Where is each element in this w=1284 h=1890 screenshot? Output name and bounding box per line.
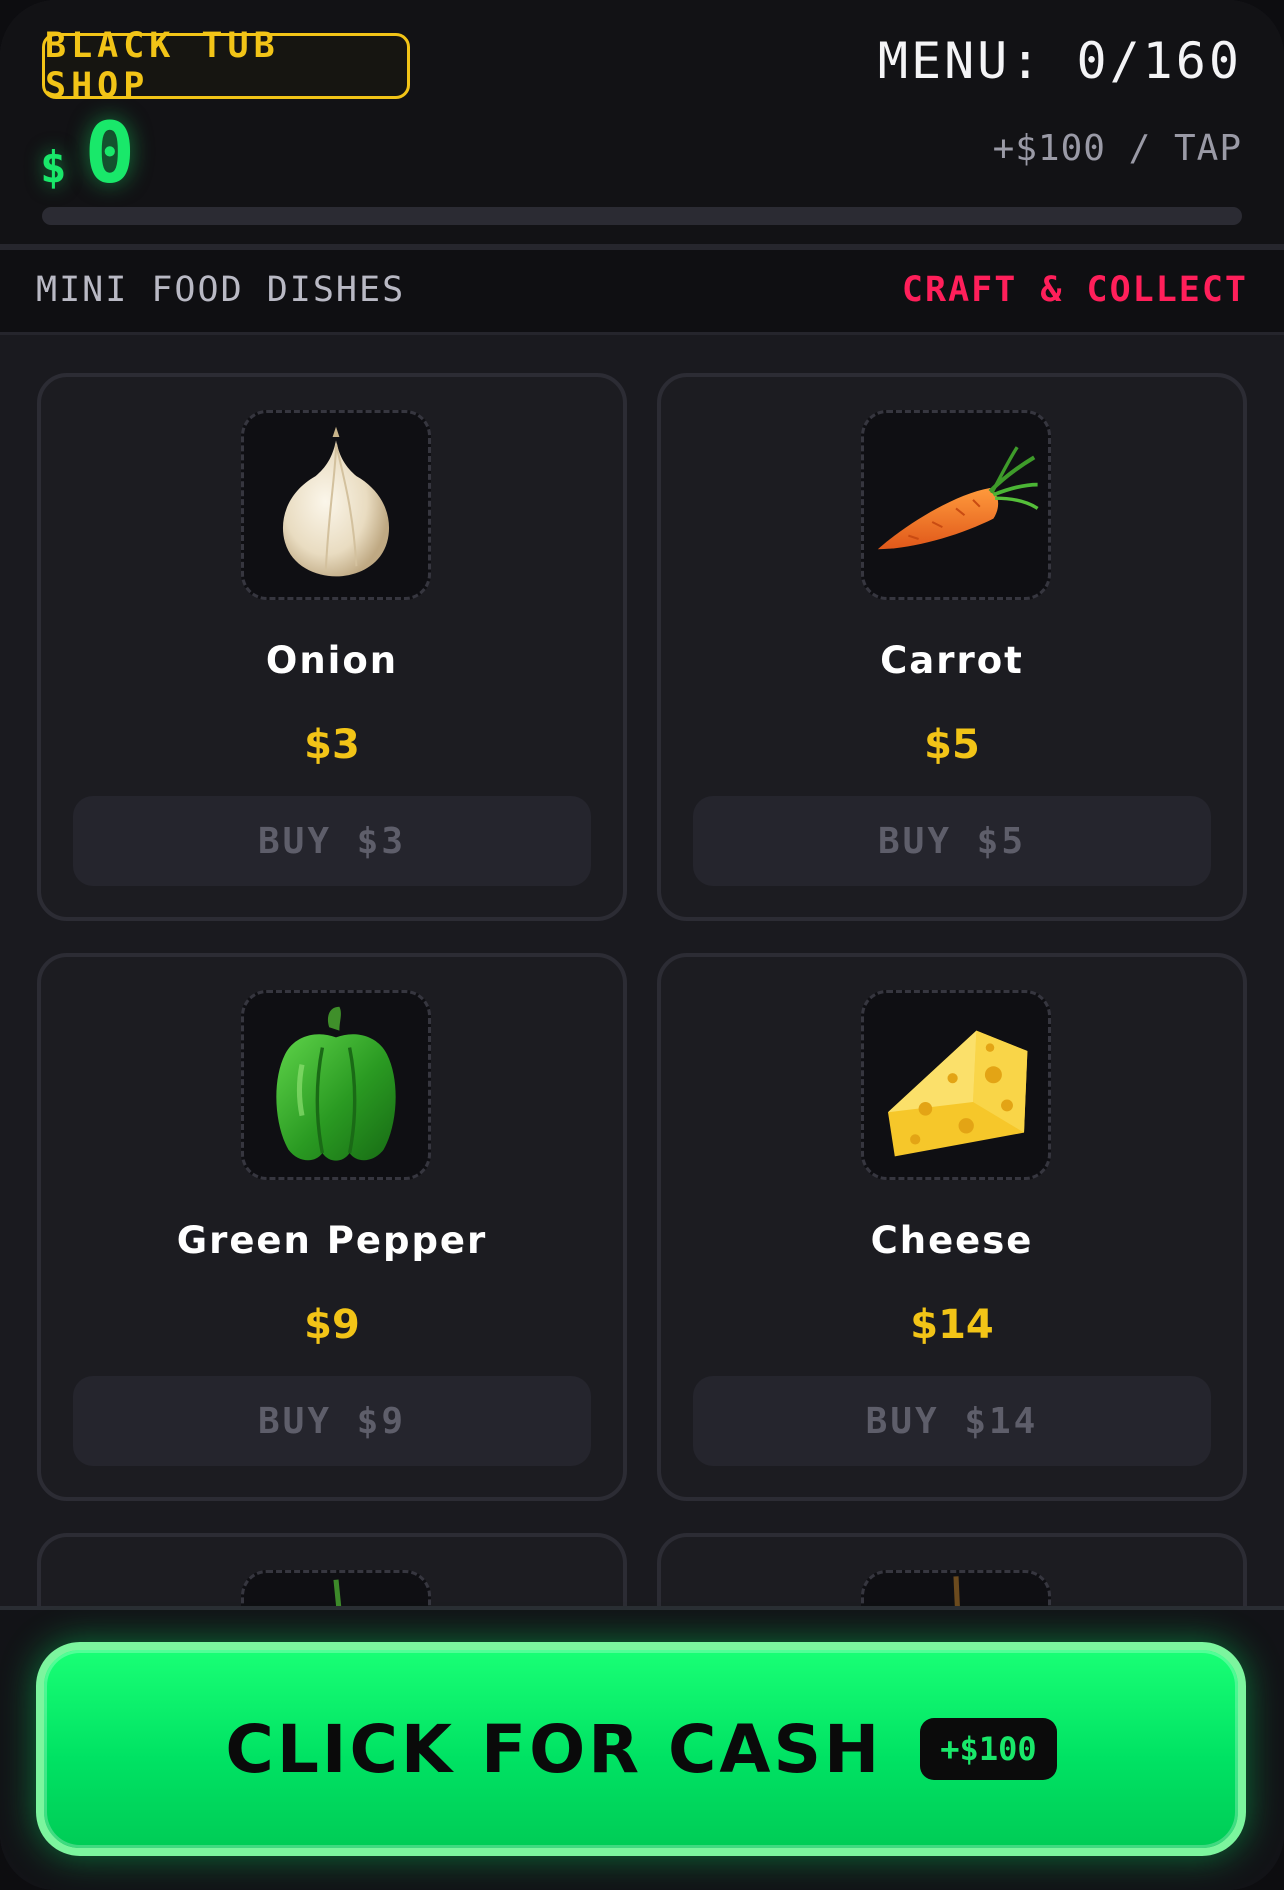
buy-onion-button[interactable]: BUY $3 — [73, 796, 591, 886]
item-price: $3 — [304, 722, 360, 768]
item-card-onion: Onion $3 BUY $3 — [37, 373, 627, 921]
section-title: MINI FOOD DISHES — [36, 270, 406, 310]
buy-cheese-button[interactable]: BUY $14 — [693, 1376, 1211, 1466]
green-pepper-icon — [276, 1006, 396, 1161]
item-price: $9 — [304, 1302, 360, 1348]
item-name: Carrot — [880, 639, 1024, 682]
bottom-bar: CLICK FOR CASH +$100 — [0, 1606, 1284, 1890]
header: BLACK TUB SHOP MENU: 0/160 $ 0 +$100 / T… — [0, 0, 1284, 250]
item-name: Green Pepper — [176, 1219, 488, 1262]
cash-value: 0 — [84, 104, 136, 202]
buy-green-pepper-button[interactable]: BUY $9 — [73, 1376, 591, 1466]
section-header: MINI FOOD DISHES CRAFT & COLLECT — [0, 250, 1284, 335]
item-price: $14 — [910, 1302, 994, 1348]
item-card-green-pepper: Green Pepper $9 BUY $9 — [37, 953, 627, 1501]
item-price: $5 — [924, 722, 980, 768]
item-card-cheese: Cheese $14 BUY $14 — [657, 953, 1247, 1501]
item-name: Cheese — [870, 1219, 1034, 1262]
currency-symbol: $ — [40, 142, 67, 193]
item-thumb — [241, 410, 431, 600]
item-name: Onion — [265, 639, 399, 682]
item-grid: Onion $3 BUY $3 Carrot $5 BUY $5 Green P… — [37, 373, 1247, 1653]
carrot-icon — [877, 446, 1039, 550]
item-thumb — [241, 990, 431, 1180]
cash-display: $ 0 — [40, 104, 135, 202]
menu-count: MENU: 0/160 — [877, 32, 1242, 90]
item-card-carrot: Carrot $5 BUY $5 — [657, 373, 1247, 921]
app-root: BLACK TUB SHOP MENU: 0/160 $ 0 +$100 / T… — [0, 0, 1284, 1890]
onion-icon — [282, 426, 390, 577]
cash-button-label: CLICK FOR CASH — [225, 1710, 883, 1788]
buy-carrot-button[interactable]: BUY $5 — [693, 796, 1211, 886]
tap-rate: +$100 / TAP — [992, 128, 1242, 169]
cash-button-reward-badge: +$100 — [920, 1718, 1057, 1780]
section-tagline: CRAFT & COLLECT — [901, 270, 1248, 310]
menu-progress-bar — [42, 207, 1242, 225]
cheese-icon — [888, 1030, 1028, 1157]
click-for-cash-button[interactable]: CLICK FOR CASH +$100 — [36, 1642, 1246, 1856]
shop-name-badge: BLACK TUB SHOP — [42, 26, 410, 106]
item-thumb — [861, 410, 1051, 600]
item-thumb — [861, 990, 1051, 1180]
